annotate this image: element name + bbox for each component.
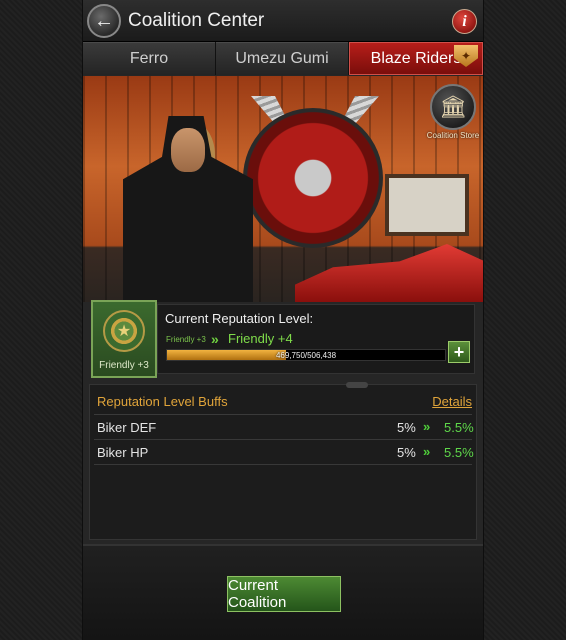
details-link[interactable]: Details bbox=[432, 394, 472, 409]
coalition-panel: ← Coalition Center i Ferro Umezu Gumi Bl… bbox=[82, 0, 484, 640]
reputation-next-level: Friendly +4 bbox=[228, 331, 293, 346]
coalition-store-button[interactable]: 🏛 Coalition Store bbox=[425, 84, 481, 140]
tab-umezu-gumi[interactable]: Umezu Gumi bbox=[216, 42, 348, 75]
reputation-progress-text: 469,750/506,438 bbox=[275, 351, 337, 360]
add-reputation-button[interactable]: + bbox=[448, 341, 470, 363]
badge-label: Friendly +3 bbox=[99, 360, 149, 371]
red-motorcycle bbox=[295, 244, 483, 302]
leader-face bbox=[171, 128, 205, 172]
current-coalition-label: Current Coalition bbox=[228, 577, 287, 611]
reputation-panel: Current Reputation Level: Friendly +3 » … bbox=[157, 304, 475, 374]
tab-blaze-riders[interactable]: Blaze Riders ✦ bbox=[349, 42, 483, 75]
reputation-title: Current Reputation Level: bbox=[165, 311, 314, 326]
double-chevron-right-icon: » bbox=[423, 419, 431, 434]
buffs-title: Reputation Level Buffs bbox=[97, 394, 228, 409]
motorcycle-picture-frame bbox=[385, 174, 469, 236]
tab-label: Blaze Riders bbox=[370, 49, 462, 67]
coalition-emblem bbox=[243, 108, 383, 248]
tab-label: Ferro bbox=[129, 50, 169, 67]
bank-icon: 🏛 bbox=[430, 84, 476, 130]
info-icon: i bbox=[462, 12, 467, 30]
info-button[interactable]: i bbox=[452, 9, 477, 34]
reputation-badge: ★ Friendly +3 bbox=[91, 300, 157, 378]
right-background bbox=[484, 0, 566, 640]
current-coalition-button[interactable]: Current Coalition bbox=[227, 576, 341, 612]
buff-row: Biker HP 5% » 5.5% bbox=[94, 440, 474, 465]
buff-next-value: 5.5% bbox=[444, 445, 474, 460]
reputation-buffs-panel: Reputation Level Buffs Details Biker DEF… bbox=[89, 382, 477, 540]
left-background bbox=[0, 0, 82, 640]
buff-name: Biker DEF bbox=[97, 420, 157, 435]
buff-name: Biker HP bbox=[97, 445, 149, 460]
back-arrow-icon: ← bbox=[94, 9, 114, 32]
buff-next-value: 5.5% bbox=[444, 420, 474, 435]
reputation-current-level: Friendly +3 bbox=[166, 335, 206, 344]
double-chevron-right-icon: » bbox=[211, 331, 219, 347]
reputation-progress-bar: 469,750/506,438 bbox=[166, 349, 446, 361]
buff-row: Biker DEF 5% » 5.5% bbox=[94, 415, 474, 440]
double-chevron-right-icon: » bbox=[423, 444, 431, 459]
tab-ferro[interactable]: Ferro bbox=[83, 42, 215, 75]
page-title: Coalition Center bbox=[128, 10, 265, 31]
tab-label: Umezu Gumi bbox=[235, 50, 329, 67]
buffs-header: Reputation Level Buffs Details bbox=[94, 387, 472, 415]
header-bar: ← Coalition Center i bbox=[83, 0, 483, 42]
back-button[interactable]: ← bbox=[87, 4, 121, 38]
buff-current-value: 5% bbox=[397, 420, 416, 435]
coalition-scene-image: 🏛 Coalition Store bbox=[83, 76, 483, 302]
coalition-store-label: Coalition Store bbox=[426, 131, 480, 140]
plus-icon: + bbox=[453, 341, 465, 362]
buff-current-value: 5% bbox=[397, 445, 416, 460]
coalition-tabs: Ferro Umezu Gumi Blaze Riders ✦ bbox=[83, 42, 483, 75]
star-medal-icon: ★ bbox=[103, 310, 145, 352]
